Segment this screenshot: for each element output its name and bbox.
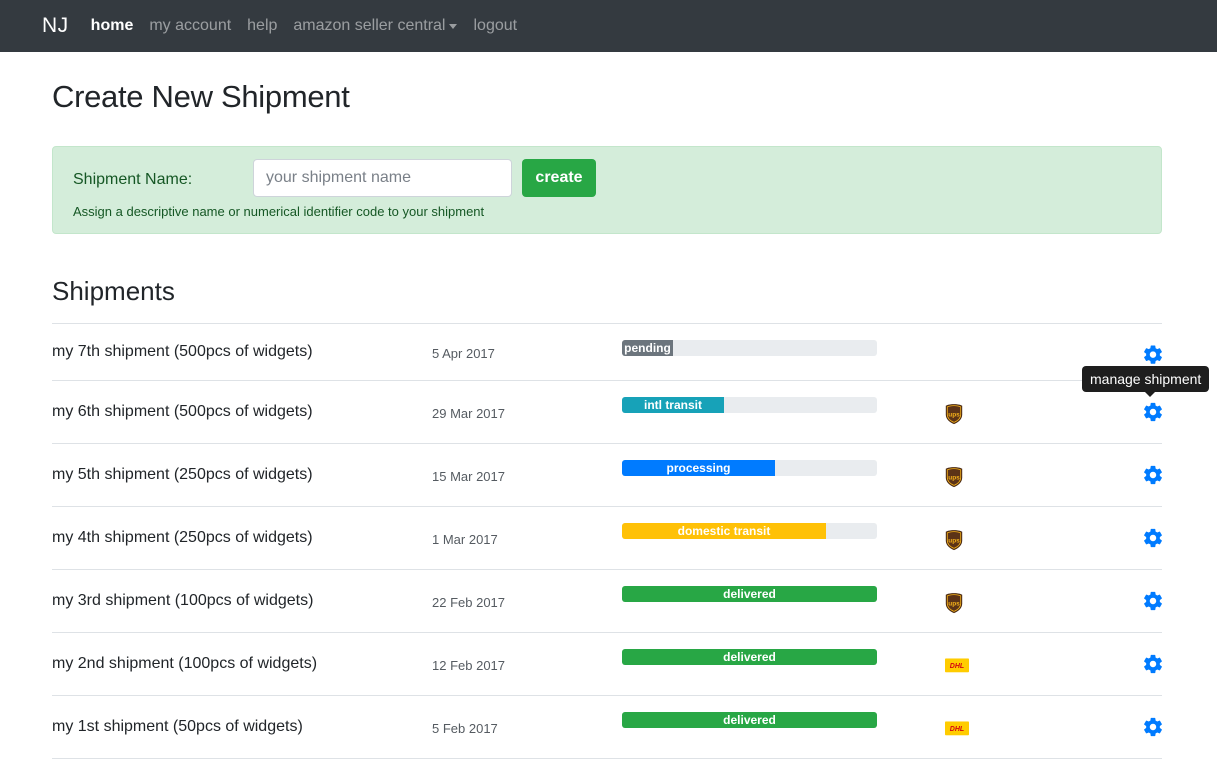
table-row: my 2nd shipment (100pcs of widgets) 12 Fe… (52, 633, 1162, 696)
manage-shipment-gear-icon[interactable] (1142, 464, 1164, 486)
nav-dropdown-label: amazon seller central (293, 17, 446, 34)
nav-link-my-account[interactable]: my account (149, 17, 231, 35)
status-progress: intl transit (622, 397, 877, 413)
status-progress-bar: pending (622, 340, 673, 356)
nav-link-logout[interactable]: logout (473, 17, 517, 35)
ups-logo-icon: ups (945, 593, 963, 614)
manage-shipment-gear-icon[interactable] (1142, 527, 1164, 549)
status-progress: domestic transit (622, 523, 877, 539)
shipments-title: Shipments (52, 276, 175, 306)
shipment-date: 22 Feb 2017 (432, 595, 506, 610)
status-progress: processing (622, 460, 877, 476)
nav-link-home[interactable]: home (91, 17, 134, 35)
svg-text:ups: ups (948, 412, 960, 419)
shipment-name: my 5th shipment (250pcs of widgets) (52, 466, 313, 483)
table-row: my 7th shipment (500pcs of widgets) 5 Apr… (52, 324, 1162, 381)
nav-link-help[interactable]: help (247, 17, 277, 35)
shipment-date: 12 Feb 2017 (432, 658, 506, 673)
status-progress-bar: delivered (622, 649, 877, 665)
svg-text:DHL: DHL (950, 726, 964, 733)
manage-shipment-gear-icon[interactable] (1142, 653, 1164, 675)
shipment-name: my 3rd shipment (100pcs of widgets) (52, 592, 314, 609)
ups-logo-icon: ups (945, 404, 963, 425)
shipments-list: my 7th shipment (500pcs of widgets) 5 Apr… (52, 323, 1162, 759)
shipment-date: 5 Feb 2017 (432, 721, 498, 736)
status-progress-bar: processing (622, 460, 775, 476)
ups-logo-icon: ups (945, 467, 963, 488)
svg-text:ups: ups (948, 475, 960, 482)
status-progress: delivered (622, 586, 877, 602)
dhl-logo-icon: DHL (945, 658, 969, 673)
status-progress-bar: intl transit (622, 397, 724, 413)
svg-text:ups: ups (948, 538, 960, 545)
manage-shipment-gear-icon[interactable] (1142, 344, 1164, 366)
shipment-date: 29 Mar 2017 (432, 406, 505, 421)
shipment-name: my 2nd shipment (100pcs of widgets) (52, 655, 318, 672)
status-progress-bar: delivered (622, 712, 877, 728)
shipment-date: 1 Mar 2017 (432, 532, 498, 547)
create-shipment-form: Shipment Name: create Assign a descripti… (52, 146, 1162, 234)
shipment-name: my 4th shipment (250pcs of widgets) (52, 529, 313, 546)
table-row: my 6th shipment (500pcs of widgets) 29 Ma… (52, 381, 1162, 444)
shipment-name-input[interactable] (253, 159, 512, 197)
manage-shipment-gear-icon[interactable] (1142, 590, 1164, 612)
caret-down-icon (449, 23, 458, 29)
manage-shipment-gear-icon[interactable] (1142, 401, 1164, 423)
ups-logo-icon: ups (945, 530, 963, 551)
shipment-name: my 1st shipment (50pcs of widgets) (52, 718, 303, 735)
table-row: my 5th shipment (250pcs of widgets) 15 Ma… (52, 444, 1162, 507)
brand-logo[interactable]: NJ (42, 14, 69, 38)
status-progress-bar: delivered (622, 586, 877, 602)
shipment-date: 5 Apr 2017 (432, 346, 495, 361)
svg-text:ups: ups (948, 601, 960, 608)
svg-text:DHL: DHL (950, 663, 964, 670)
manage-shipment-gear-icon[interactable] (1142, 716, 1164, 738)
status-progress: pending (622, 340, 877, 356)
nav-dropdown-amazon-seller-central[interactable]: amazon seller central (293, 17, 458, 35)
page-title: Create New Shipment (52, 79, 350, 114)
status-progress: delivered (622, 649, 877, 665)
shipment-name-help-text: Assign a descriptive name or numerical i… (73, 204, 485, 219)
table-row: my 1st shipment (50pcs of widgets) 5 Feb … (52, 696, 1162, 759)
shipment-name: my 6th shipment (500pcs of widgets) (52, 403, 313, 420)
dhl-logo-icon: DHL (945, 721, 969, 736)
shipment-date: 15 Mar 2017 (432, 469, 505, 484)
table-row: my 3rd shipment (100pcs of widgets) 22 Fe… (52, 570, 1162, 633)
manage-shipment-tooltip: manage shipment (1082, 366, 1210, 397)
status-progress-bar: domestic transit (622, 523, 826, 539)
table-row: my 4th shipment (250pcs of widgets) 1 Mar… (52, 507, 1162, 570)
navbar: NJ home my account help amazon seller ce… (0, 0, 1217, 52)
shipment-name: my 7th shipment (500pcs of widgets) (52, 343, 313, 360)
shipment-name-label: Shipment Name: (73, 171, 193, 188)
status-progress: delivered (622, 712, 877, 728)
create-button[interactable]: create (522, 159, 596, 197)
